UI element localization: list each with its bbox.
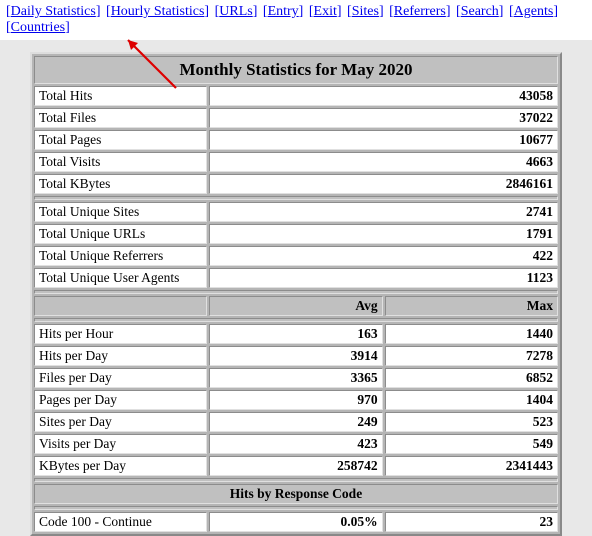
separator [34, 318, 558, 322]
row-max: 523 [385, 412, 558, 432]
row-avg: 970 [209, 390, 382, 410]
row-max: 549 [385, 434, 558, 454]
row-label: Hits per Hour [34, 324, 207, 344]
top-nav: [Daily Statistics] [Hourly Statistics] [… [0, 0, 592, 40]
colhead-max: Max [385, 296, 558, 316]
row-pct: 0.05% [209, 512, 382, 532]
row-value: 2741 [209, 202, 558, 222]
row-label: Hits per Day [34, 346, 207, 366]
row-max: 6852 [385, 368, 558, 388]
row-label: KBytes per Day [34, 456, 207, 476]
nav-entry[interactable]: [Entry] [263, 4, 303, 19]
row-max: 1404 [385, 390, 558, 410]
row-label: Pages per Day [34, 390, 207, 410]
row-max: 2341443 [385, 456, 558, 476]
colhead-avg: Avg [209, 296, 382, 316]
row-label: Total KBytes [34, 174, 207, 194]
nav-hourly[interactable]: [Hourly Statistics] [106, 4, 209, 19]
row-value: 1791 [209, 224, 558, 244]
separator [34, 478, 558, 482]
separator [34, 196, 558, 200]
row-label: Total Files [34, 108, 207, 128]
row-avg: 163 [209, 324, 382, 344]
row-label: Visits per Day [34, 434, 207, 454]
separator [34, 506, 558, 510]
nav-sites[interactable]: [Sites] [347, 4, 384, 19]
row-max: 1440 [385, 324, 558, 344]
row-label: Code 100 - Continue [34, 512, 207, 532]
row-label: Total Unique Sites [34, 202, 207, 222]
row-value: 43058 [209, 86, 558, 106]
row-value: 37022 [209, 108, 558, 128]
nav-agents[interactable]: [Agents] [509, 4, 558, 19]
annotation-arrow-icon [120, 36, 180, 92]
row-label: Total Unique Referrers [34, 246, 207, 266]
row-avg: 258742 [209, 456, 382, 476]
row-value: 422 [209, 246, 558, 266]
nav-referrers[interactable]: [Referrers] [389, 4, 450, 19]
row-avg: 3365 [209, 368, 382, 388]
nav-countries[interactable]: [Countries] [6, 20, 70, 35]
row-count: 23 [385, 512, 558, 532]
stats-table: Monthly Statistics for May 2020 Total Hi… [30, 52, 562, 536]
row-avg: 423 [209, 434, 382, 454]
nav-urls[interactable]: [URLs] [215, 4, 258, 19]
row-label: Total Visits [34, 152, 207, 172]
separator [34, 290, 558, 294]
table-title: Monthly Statistics for May 2020 [34, 56, 558, 84]
row-label: Total Unique URLs [34, 224, 207, 244]
row-value: 1123 [209, 268, 558, 288]
row-label: Total Unique User Agents [34, 268, 207, 288]
row-max: 7278 [385, 346, 558, 366]
nav-exit[interactable]: [Exit] [309, 4, 342, 19]
row-label: Total Pages [34, 130, 207, 150]
row-value: 2846161 [209, 174, 558, 194]
section-response-title: Hits by Response Code [34, 484, 558, 504]
nav-search[interactable]: [Search] [456, 4, 503, 19]
row-label: Files per Day [34, 368, 207, 388]
row-value: 10677 [209, 130, 558, 150]
colhead-blank [34, 296, 207, 316]
row-avg: 249 [209, 412, 382, 432]
row-label: Sites per Day [34, 412, 207, 432]
nav-daily[interactable]: [Daily Statistics] [6, 4, 101, 19]
main-content: Monthly Statistics for May 2020 Total Hi… [0, 40, 592, 536]
row-value: 4663 [209, 152, 558, 172]
row-avg: 3914 [209, 346, 382, 366]
